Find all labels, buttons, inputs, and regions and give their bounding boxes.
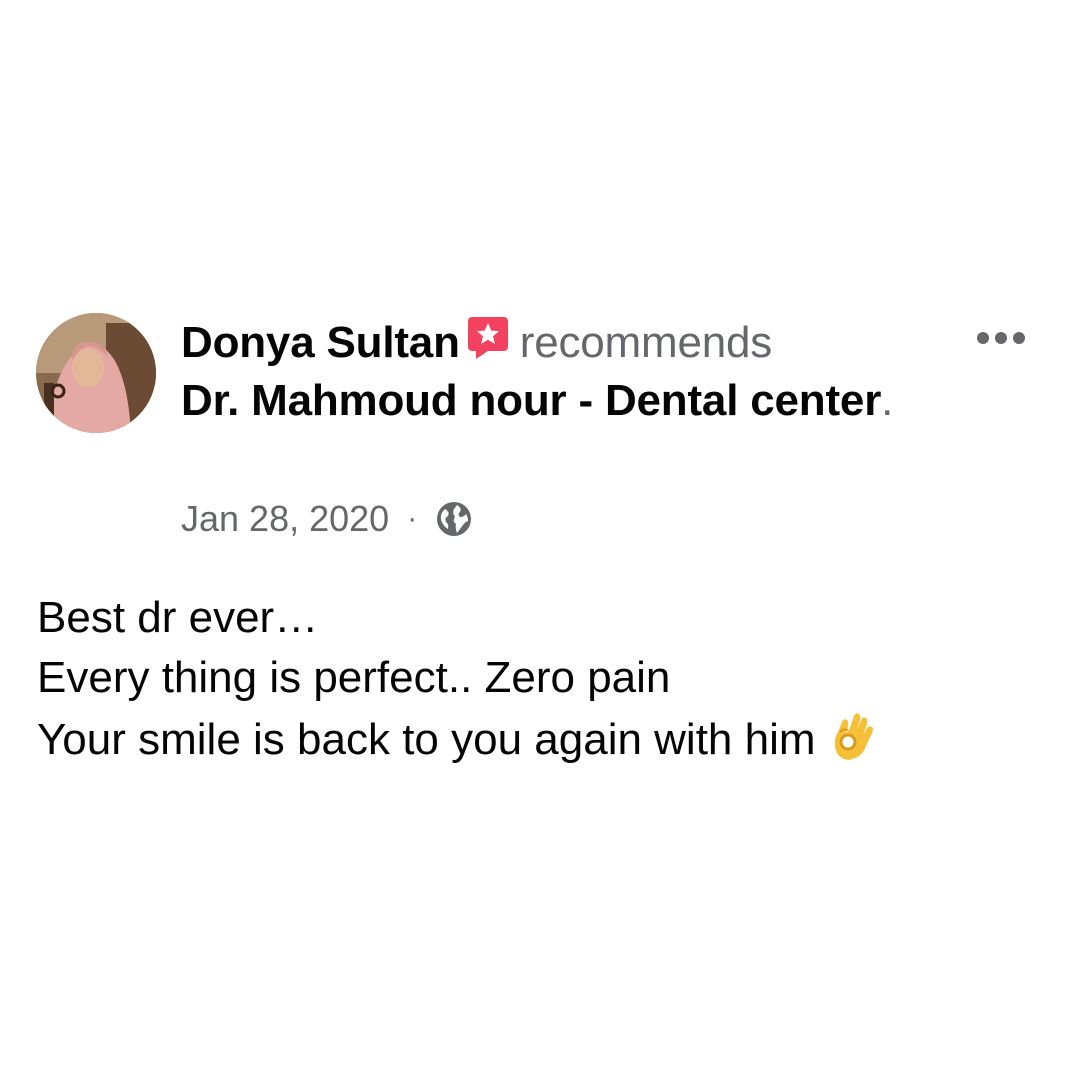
body-line: Your smile is back to you again with him [37, 715, 816, 764]
post-header: Donya Sultan recommends Dr. Mahmoud nour… [181, 314, 901, 430]
post-card: Donya Sultan recommends Dr. Mahmoud nour… [0, 0, 1080, 1080]
recommendation-badge-icon [466, 315, 510, 361]
meta-separator: · [407, 502, 418, 535]
avatar-photo [36, 313, 156, 433]
author-name[interactable]: Donya Sultan [181, 318, 460, 367]
body-line: Every thing is perfect.. Zero pain [37, 653, 671, 702]
globe-icon[interactable] [435, 500, 473, 538]
recommends-verb: recommends [519, 318, 773, 367]
header-period: . [881, 376, 894, 425]
post-body: Best dr ever… Every thing is perfect.. Z… [37, 588, 1037, 770]
post-date[interactable]: Jan 28, 2020 [181, 498, 389, 540]
body-line: Best dr ever… [37, 593, 319, 642]
more-dot [1013, 332, 1025, 344]
post-meta: Jan 28, 2020 · [181, 494, 473, 544]
avatar[interactable] [36, 313, 156, 433]
more-dot [977, 332, 989, 344]
ok-hand-emoji [826, 708, 882, 764]
body-line-last: Your smile is back to you again with him [37, 708, 1037, 770]
more-options-icon[interactable] [966, 318, 1036, 358]
page-name-link[interactable]: Dr. Mahmoud nour - Dental center [181, 376, 881, 425]
more-dot [995, 332, 1007, 344]
